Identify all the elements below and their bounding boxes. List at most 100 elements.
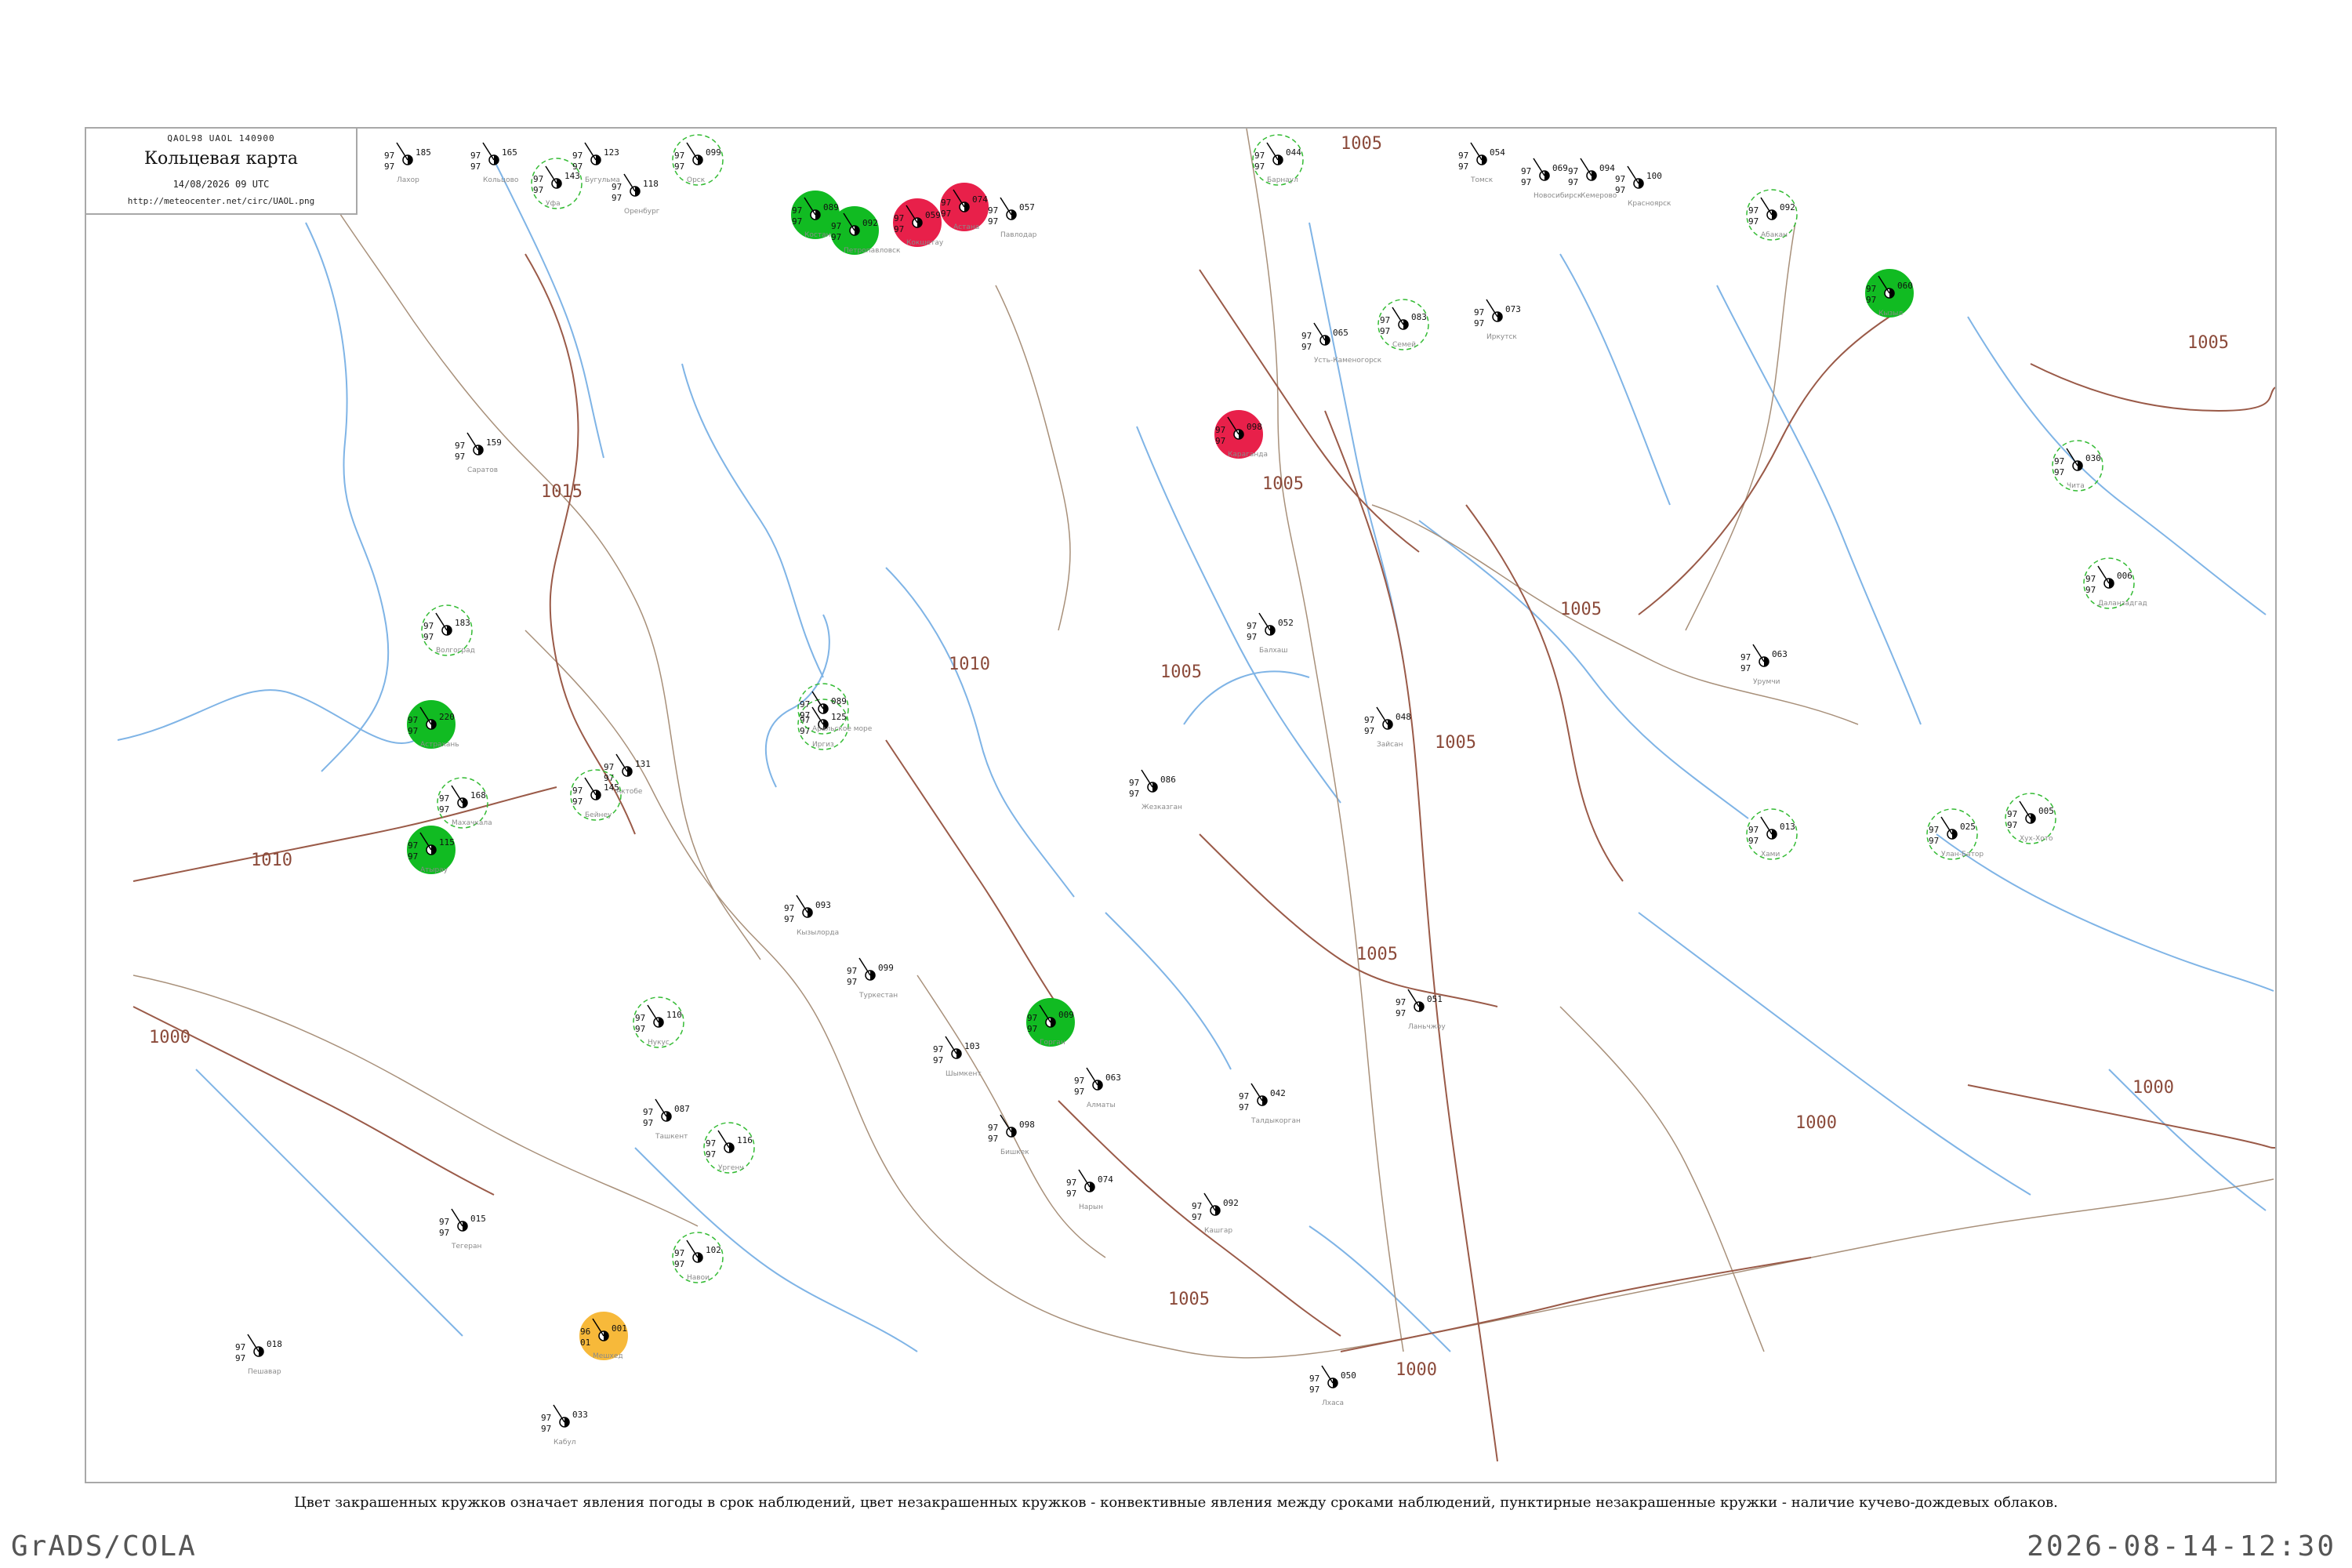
station-name: Иргиз xyxy=(812,741,834,749)
station-томск[interactable]: 0549797Томск xyxy=(1458,142,1505,184)
station-dewpoint: 97 xyxy=(1239,1102,1249,1112)
isobar-label: 1005 xyxy=(1160,662,1202,682)
station-бейнеу[interactable]: 1459797Бейнеу xyxy=(570,769,622,821)
station-нукус[interactable]: 1109797Нукус xyxy=(633,996,684,1048)
station-кольцово[interactable]: 1659797Кольцово xyxy=(470,142,519,184)
station-усть-каменогорск[interactable]: 0659797Усть-Каменогорск xyxy=(1301,322,1382,365)
station-петропавловск[interactable]: 0929797Петропавловск xyxy=(830,206,901,255)
station-кызыл[interactable]: 0609797Кызыл xyxy=(1865,269,1914,318)
map-source-url[interactable]: http://meteocenter.net/circ/UAOL.png xyxy=(86,196,356,206)
station-павлодар[interactable]: 0579797Павлодар xyxy=(988,197,1037,239)
station-мешхед[interactable]: 001 9601Мешхед xyxy=(579,1312,628,1360)
station-красноярск[interactable]: 1009797Красноярск xyxy=(1615,165,1671,208)
station-кызылорда[interactable]: 0939797Кызылорда xyxy=(784,895,839,937)
station-ланьчжоу[interactable]: 0519797Ланьчжоу xyxy=(1396,989,1446,1031)
station-навои[interactable]: 1029797Навои xyxy=(672,1232,724,1283)
station-name: Лахор xyxy=(397,176,419,184)
station-абакан[interactable]: 0929797Абакан xyxy=(1746,189,1798,241)
station-name: Талдыкорган xyxy=(1250,1117,1301,1125)
station-name: Нукус xyxy=(648,1039,670,1047)
station-pressure: 073 xyxy=(1505,304,1521,314)
station-талдыкорган[interactable]: 0429797Талдыкорган xyxy=(1239,1083,1301,1125)
station-name: Шымкент xyxy=(946,1070,982,1078)
station-pressure: 093 xyxy=(815,900,831,910)
station-кабул[interactable]: 0339797Кабул xyxy=(541,1404,588,1446)
station-dewpoint: 97 xyxy=(1254,162,1265,172)
station-барнаул[interactable]: 0449797Барнаул xyxy=(1252,134,1304,186)
station-лхаса[interactable]: 0509797Лхаса xyxy=(1309,1365,1356,1407)
station-temperature: 97 xyxy=(1192,1201,1202,1211)
station-тегеран[interactable]: 0159797Тегеран xyxy=(439,1208,486,1250)
station-саратов[interactable]: 1599797Саратов xyxy=(455,432,502,474)
station-пешавар[interactable]: 0189797Пешавар xyxy=(235,1334,282,1376)
station-иркутск[interactable]: 0739797Иркутск xyxy=(1474,299,1521,341)
station-pressure: 092 xyxy=(1780,202,1795,212)
station-хух-хото[interactable]: 0059797Хух-Хото xyxy=(2005,793,2056,844)
station-temperature: 97 xyxy=(988,205,998,216)
station-pressure: 098 xyxy=(1019,1120,1035,1130)
station-бишкек[interactable]: 0989797Бишкек xyxy=(988,1114,1035,1156)
station-temperature: 97 xyxy=(1748,205,1759,216)
station-dewpoint: 97 xyxy=(439,1228,449,1238)
station-туркестан[interactable]: 0999797Туркестан xyxy=(847,957,898,1000)
station-шымкент[interactable]: 1039797Шымкент xyxy=(933,1036,982,1078)
wind-barb xyxy=(1407,989,1420,1007)
station-лахор[interactable]: 1859797Лахор xyxy=(384,142,431,184)
station-name: Новосибирск xyxy=(1534,192,1582,200)
station-даланзадгад[interactable]: 0069797Даланзадгад xyxy=(2083,557,2147,609)
station-ташкент[interactable]: 0879797Ташкент xyxy=(643,1098,690,1141)
station-name: Уфа xyxy=(546,200,561,208)
station-name: Бишкек xyxy=(1000,1149,1029,1156)
station-dewpoint: 97 xyxy=(1474,318,1484,328)
station-name: Даланзадгад xyxy=(2098,600,2147,608)
station-ургенч[interactable]: 1169797Ургенч xyxy=(703,1122,755,1174)
station-атырау[interactable]: 1159797Атырау xyxy=(407,826,456,874)
station-name: Петропавловск xyxy=(844,247,901,255)
isobar-label: 1005 xyxy=(1168,1290,1210,1309)
station-жезказган[interactable]: 0869797Жезказган xyxy=(1129,769,1182,811)
station-temperature: 97 xyxy=(235,1342,245,1352)
station-нарын[interactable]: 0749797Нарын xyxy=(1066,1169,1113,1211)
station-pressure: 009 xyxy=(1058,1010,1074,1020)
station-караганда[interactable]: 0989797Караганда xyxy=(1214,410,1268,459)
station-pressure: 087 xyxy=(674,1104,690,1114)
wind-barb xyxy=(1000,1114,1012,1133)
station-temperature: 97 xyxy=(384,151,394,161)
station-dewpoint: 97 xyxy=(2054,467,2064,477)
station-чита[interactable]: 0309797Чита xyxy=(2052,440,2103,492)
station-хами[interactable]: 0139797Хами xyxy=(1746,808,1798,860)
station-temperature: 97 xyxy=(933,1044,943,1054)
station-семей[interactable]: 0839797Семей xyxy=(1377,299,1429,350)
station-горган[interactable]: 0099797Горган xyxy=(1026,998,1075,1047)
wind-barb xyxy=(2019,800,2031,819)
wind-barb xyxy=(615,753,628,772)
station-pressure: 033 xyxy=(572,1410,588,1420)
isobar-label: 1005 xyxy=(2187,333,2229,353)
station-temperature: 97 xyxy=(612,182,622,192)
station-pressure: 089 xyxy=(831,696,847,706)
station-pressure: 063 xyxy=(1772,649,1788,659)
wind-barb xyxy=(1266,142,1279,161)
station-астрахань[interactable]: 2209797Астрахань xyxy=(407,700,459,749)
station-name: Зайсан xyxy=(1377,741,1403,749)
station-temperature: 97 xyxy=(1027,1013,1037,1023)
station-урумчи[interactable]: 0639797Урумчи xyxy=(1740,644,1788,686)
station-temperature: 97 xyxy=(831,221,841,231)
station-temperature: 97 xyxy=(439,1217,449,1227)
station-улан-батор[interactable]: 0259797Улан-Батор xyxy=(1926,808,1984,860)
station-кокшетау[interactable]: 0599797Кокшетау xyxy=(893,198,944,247)
station-астана[interactable]: 0749797Астана xyxy=(940,183,989,231)
station-орск[interactable]: 0999797Орск xyxy=(672,134,724,186)
station-name: Кабул xyxy=(554,1439,576,1446)
station-алматы[interactable]: 0639797Алматы xyxy=(1074,1067,1121,1109)
wind-barb xyxy=(1627,165,1639,184)
station-махачкала[interactable]: 1689797Махачкала xyxy=(437,777,492,829)
station-pressure: 069 xyxy=(1552,163,1568,173)
wind-barb xyxy=(1321,1365,1334,1384)
station-балхаш[interactable]: 0529797Балхаш xyxy=(1247,612,1294,655)
station-temperature: 97 xyxy=(941,198,951,208)
station-зайсан[interactable]: 0489797Зайсан xyxy=(1364,706,1411,749)
stations-layer: 1859797Лахор1659797Кольцово 1439797Уфа123… xyxy=(235,134,2147,1446)
station-волгоград[interactable]: 1839797Волгоград xyxy=(421,604,475,656)
station-name: Горган xyxy=(1040,1039,1065,1047)
